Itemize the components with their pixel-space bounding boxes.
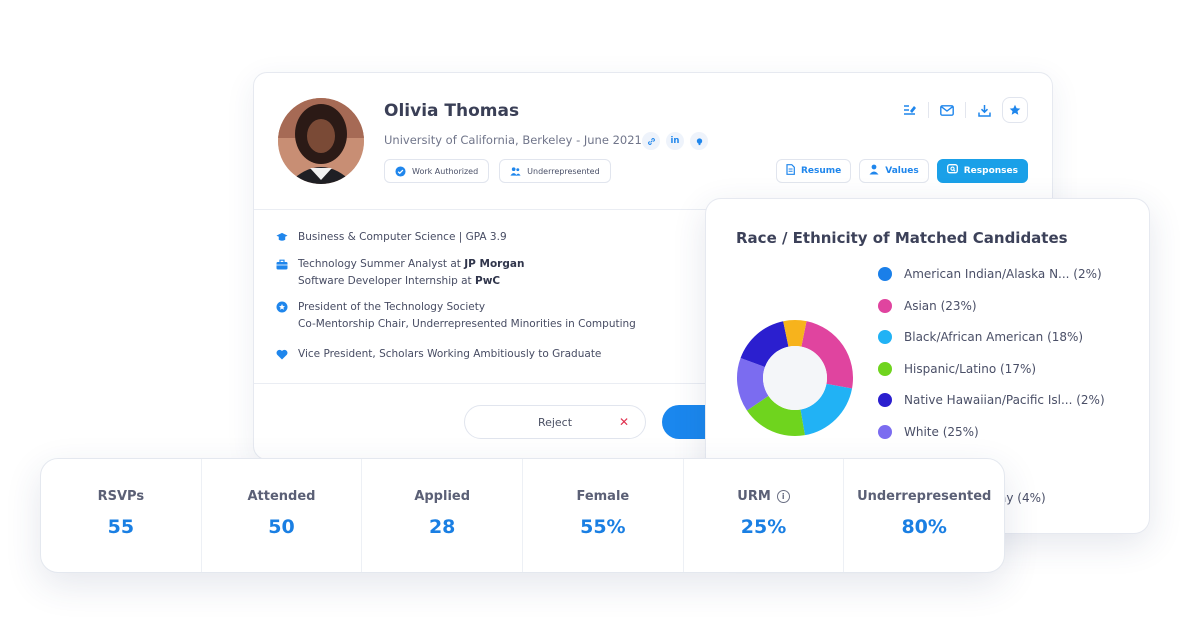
values-button[interactable]: Values (859, 159, 929, 183)
chat-icon (946, 164, 958, 178)
close-icon: ✕ (618, 415, 629, 429)
legend-swatch (878, 425, 892, 439)
stat-value: 25% (740, 516, 787, 538)
briefcase-icon (276, 258, 288, 270)
volunteer-row: Vice President, Scholars Working Ambitio… (276, 346, 696, 363)
stat-attended: Attended 50 (200, 459, 362, 572)
legend-swatch (878, 361, 892, 376)
legend-item[interactable]: Native Hawaiian/Pacific Isl... (2%) (878, 393, 1105, 408)
card-actions (896, 97, 1028, 123)
chart-title: Race / Ethnicity of Matched Candidates (736, 229, 1068, 247)
stat-value: 28 (428, 516, 456, 538)
experience-1: Technology Summer Analyst at JP Morgan (298, 258, 525, 270)
social-links: in (642, 132, 708, 150)
stat-label: Attended (247, 489, 316, 504)
leadership-row: President of the Technology Society Co-M… (276, 299, 696, 333)
responses-button[interactable]: Responses (936, 159, 1028, 183)
heart-icon (276, 348, 288, 360)
stat-label: RSVPs (97, 489, 145, 504)
mail-icon[interactable] (933, 97, 961, 123)
stat-applied: Applied 28 (361, 459, 522, 572)
person-icon (869, 164, 879, 178)
notes-icon[interactable] (896, 97, 924, 123)
stat-label: URM i (737, 489, 790, 504)
leadership-2: Co-Mentorship Chair, Underrepresented Mi… (298, 318, 636, 330)
resume-button[interactable]: Resume (775, 159, 852, 183)
candidate-school: University of California, Berkeley - Jun… (384, 133, 642, 147)
link-icon[interactable] (642, 132, 660, 150)
download-icon[interactable] (970, 97, 998, 123)
donut-hole (763, 346, 827, 410)
stat-value: 80% (901, 516, 947, 538)
legend-swatch (878, 298, 892, 313)
legend-label: Hispanic/Latino (17%) (904, 361, 1037, 376)
legend-label: Asian (23%) (904, 298, 977, 313)
badge-work-authorized: Work Authorized (384, 159, 490, 183)
legend-swatch (878, 393, 892, 408)
candidate-avatar[interactable] (278, 98, 364, 184)
reject-button[interactable]: Reject ✕ (464, 405, 646, 439)
event-stats-bar: RSVPs 55 Attended 50 Applied 28 Female 55% URM i 2… (40, 458, 1005, 573)
document-buttons: Resume Values Responses (775, 159, 1028, 183)
document-icon (786, 164, 795, 178)
stat-value: 55 (107, 516, 135, 538)
legend-tail-text: ay (4%) (999, 491, 1046, 505)
stat-label: Applied (414, 489, 471, 504)
stat-value: 50 (268, 516, 295, 538)
stat-urm: URM i 25% (682, 459, 844, 572)
legend-label: Native Hawaiian/Pacific Isl... (2%) (904, 393, 1105, 408)
legend-swatch (878, 330, 892, 345)
graduation-cap-icon (276, 231, 288, 243)
stat-value: 55% (580, 516, 626, 538)
award-icon (276, 301, 288, 313)
legend-label: White (25%) (904, 425, 979, 439)
action-separator (928, 102, 929, 118)
badge-underrepresented: Underrepresented (499, 159, 611, 183)
volunteer-text: Vice President, Scholars Working Ambitio… (298, 348, 602, 360)
legend-item[interactable]: Asian (23%) (878, 298, 977, 313)
legend-swatch (878, 267, 892, 281)
linkedin-icon[interactable]: in (666, 132, 684, 150)
legend-label: American Indian/Alaska N... (2%) (904, 267, 1102, 281)
legend-item[interactable]: White (25%) (878, 425, 979, 439)
education-text: Business & Computer Science | GPA 3.9 (298, 231, 507, 243)
stat-label: Underrepresented (857, 489, 992, 504)
users-icon (510, 166, 521, 177)
legend-item[interactable]: American Indian/Alaska N... (2%) (878, 267, 1102, 281)
leadership-1: President of the Technology Society (298, 301, 486, 313)
action-separator (965, 102, 966, 118)
candidate-name: Olivia Thomas (384, 101, 520, 121)
donut-chart (737, 320, 853, 436)
legend-item[interactable]: Black/African American (18%) (878, 330, 1084, 345)
info-icon[interactable]: i (776, 490, 790, 503)
stat-label: Female (576, 489, 630, 504)
stat-rsvps: RSVPs 55 (41, 459, 201, 572)
experience-row: Technology Summer Analyst at JP Morgan S… (276, 256, 696, 290)
star-icon[interactable] (1002, 97, 1028, 123)
legend-label: Black/African American (18%) (904, 330, 1084, 345)
check-circle-icon (395, 165, 406, 177)
stat-underrepresented: Underrepresented 80% (843, 459, 1004, 572)
legend-item[interactable]: Hispanic/Latino (17%) (878, 361, 1037, 376)
experience-2: Software Developer Internship at PwC (298, 275, 501, 287)
candidate-badges: Work Authorized Underrepresented (384, 159, 611, 183)
stat-female: Female 55% (522, 459, 683, 572)
education-row: Business & Computer Science | GPA 3.9 (276, 229, 696, 246)
github-icon[interactable] (690, 132, 708, 150)
